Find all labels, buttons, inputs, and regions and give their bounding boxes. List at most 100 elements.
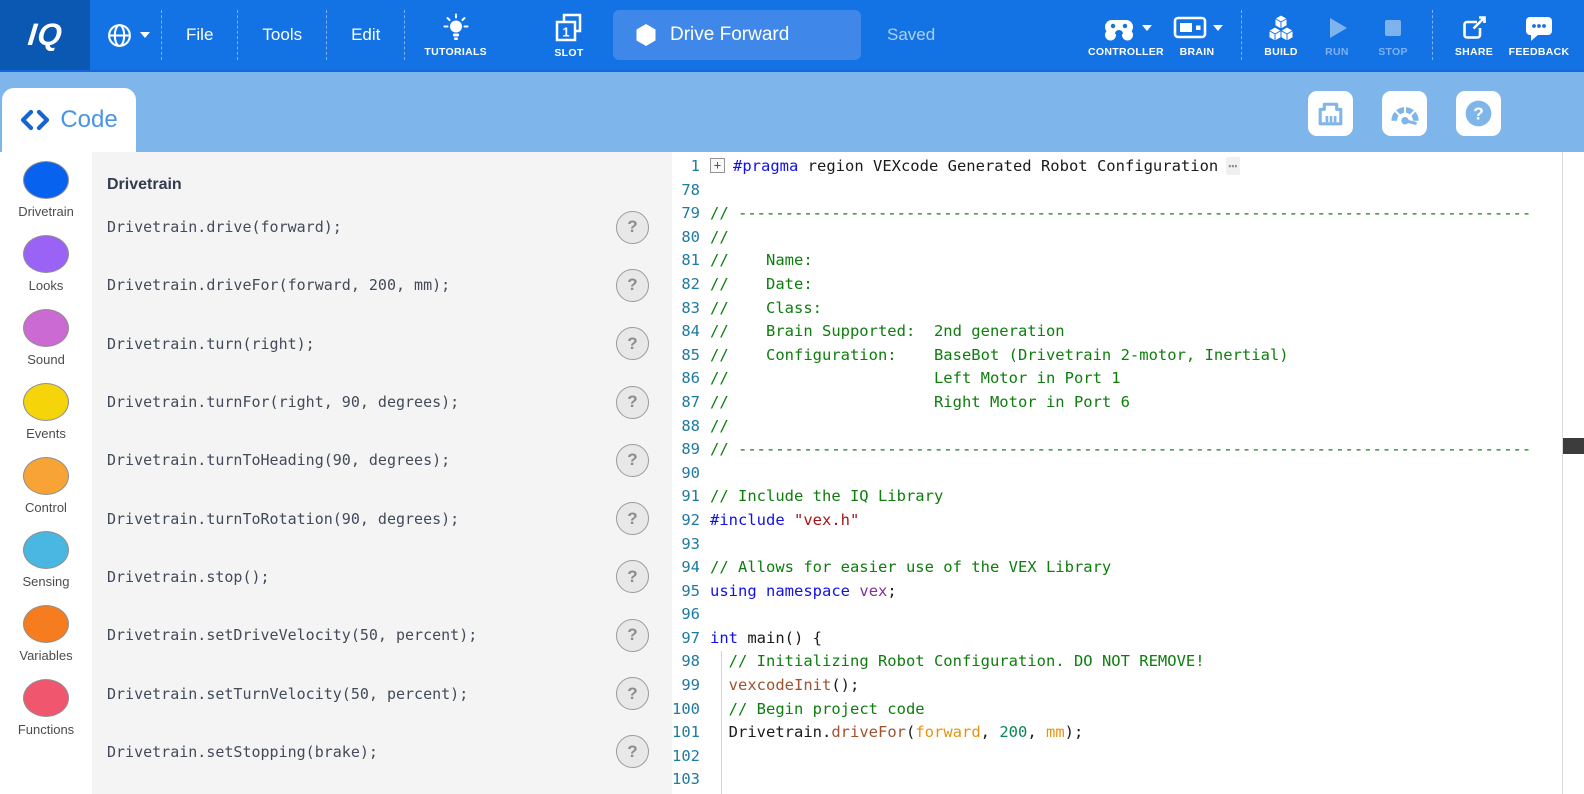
code-line: 95 using namespace vex; [672, 580, 1584, 604]
command-text[interactable]: Drivetrain.turn(right); [107, 335, 315, 353]
command-text[interactable]: Drivetrain.setTurnVelocity(50, percent); [107, 685, 468, 703]
build-button[interactable]: BUILD [1253, 12, 1309, 58]
sidebar-category-sensing[interactable]: Sensing [0, 531, 92, 605]
command-help-button[interactable]: ? [616, 735, 649, 768]
code-line: 97 int main() { [672, 627, 1584, 651]
command-help-button[interactable]: ? [616, 619, 649, 652]
sidebar-category-functions[interactable]: Functions [0, 679, 92, 753]
command-text[interactable]: Drivetrain.stop(); [107, 568, 270, 586]
code-editor[interactable]: 1 +#pragma region VEXcode Generated Robo… [672, 152, 1584, 794]
line-number: 100 [672, 698, 710, 722]
category-color-dot[interactable] [23, 309, 69, 347]
chevron-down-icon [140, 32, 150, 38]
command-text[interactable]: Drivetrain.setStopping(brake); [107, 743, 378, 761]
command-help-button[interactable]: ? [616, 502, 649, 535]
command-text[interactable]: Drivetrain.setDriveVelocity(50, percent)… [107, 626, 477, 644]
menu-edit[interactable]: Edit [338, 25, 393, 45]
category-color-dot[interactable] [23, 161, 69, 199]
controller-icon [1101, 15, 1137, 42]
brain-button[interactable]: BRAIN [1164, 12, 1230, 58]
code-line: 84 // Brain Supported: 2nd generation [672, 320, 1584, 344]
run-play-icon [1324, 15, 1350, 41]
line-content: #include "vex.h" [710, 509, 859, 533]
command-text[interactable]: Drivetrain.turnToHeading(90, degrees); [107, 451, 450, 469]
category-color-dot[interactable] [23, 679, 69, 717]
port-view-button[interactable] [1308, 91, 1353, 136]
menu-tools[interactable]: Tools [249, 25, 315, 45]
sidebar-category-events[interactable]: Events [0, 383, 92, 457]
category-color-dot[interactable] [23, 605, 69, 643]
code-line: 89 // ----------------------------------… [672, 438, 1584, 462]
command-help-button[interactable]: ? [616, 386, 649, 419]
slot-button[interactable]: 1 SLOT [553, 12, 585, 59]
command-help-button[interactable]: ? [616, 269, 649, 302]
command-text[interactable]: Drivetrain.turnFor(right, 90, degrees); [107, 393, 459, 411]
category-color-dot[interactable] [23, 457, 69, 495]
line-content: // Class: [710, 297, 822, 321]
project-name-button[interactable]: Drive Forward [613, 10, 861, 60]
menu-bar: File Tools Edit TUTORIALS [90, 0, 935, 70]
line-content: using namespace vex; [710, 580, 897, 604]
dashboard-button[interactable] [1382, 91, 1427, 136]
code-line: 1 +#pragma region VEXcode Generated Robo… [672, 155, 1584, 179]
command-row: Drivetrain.driveFor(forward, 200, mm); ? [92, 256, 672, 314]
run-button[interactable]: RUN [1309, 12, 1365, 58]
brain-label: BRAIN [1180, 46, 1215, 58]
command-text[interactable]: Drivetrain.turnToRotation(90, degrees); [107, 510, 459, 528]
code-line: 99 vexcodeInit(); [672, 674, 1584, 698]
line-number: 80 [672, 226, 710, 250]
line-number: 82 [672, 273, 710, 297]
language-selector[interactable] [106, 22, 150, 49]
stop-button[interactable]: STOP [1365, 12, 1421, 58]
sidebar-category-sound[interactable]: Sound [0, 309, 92, 383]
globe-icon [106, 22, 133, 49]
command-help-button[interactable]: ? [616, 444, 649, 477]
line-content: // -------------------------------------… [710, 202, 1531, 226]
tutorials-button[interactable]: TUTORIALS [424, 13, 487, 58]
command-row: Drivetrain.setDriveVelocity(50, percent)… [92, 606, 672, 664]
tab-code[interactable]: Code [2, 88, 136, 152]
sidebar-category-variables[interactable]: Variables [0, 605, 92, 679]
code-line: 83 // Class: [672, 297, 1584, 321]
tutorials-label: TUTORIALS [424, 46, 487, 58]
folded-region-ellipsis[interactable]: ⋯ [1226, 157, 1239, 175]
chevron-down-icon [1213, 25, 1223, 31]
project-name: Drive Forward [670, 24, 789, 46]
command-help-button[interactable]: ? [616, 327, 649, 360]
line-number: 97 [672, 627, 710, 651]
sidebar-category-looks[interactable]: Looks [0, 235, 92, 309]
code-line: 101 Drivetrain.driveFor(forward, 200, mm… [672, 721, 1584, 745]
scrollbar-thumb[interactable] [1563, 438, 1584, 454]
command-help-button[interactable]: ? [616, 677, 649, 710]
line-number: 86 [672, 367, 710, 391]
controller-button[interactable]: CONTROLLER [1088, 12, 1164, 58]
command-help-button[interactable]: ? [616, 560, 649, 593]
share-button[interactable]: SHARE [1444, 12, 1504, 58]
build-cubes-icon [1266, 13, 1296, 43]
menu-separator [237, 10, 238, 60]
run-label: RUN [1325, 46, 1349, 58]
stop-square-icon [1380, 15, 1406, 41]
command-row: Drivetrain.turnFor(right, 90, degrees); … [92, 373, 672, 431]
category-color-dot[interactable] [23, 235, 69, 273]
fold-toggle-icon[interactable]: + [710, 158, 725, 173]
category-color-dot[interactable] [23, 383, 69, 421]
feedback-label: FEEDBACK [1509, 46, 1570, 58]
hexagon-icon [635, 23, 657, 47]
line-number: 102 [672, 745, 710, 769]
command-text[interactable]: Drivetrain.driveFor(forward, 200, mm); [107, 276, 450, 294]
sidebar-category-drivetrain[interactable]: Drivetrain [0, 161, 92, 235]
command-help-button[interactable]: ? [616, 211, 649, 244]
sidebar-category-control[interactable]: Control [0, 457, 92, 531]
line-content: +#pragma region VEXcode Generated Robot … [710, 155, 1240, 179]
help-icon: ? [1461, 96, 1496, 131]
code-line: 96 [672, 603, 1584, 627]
category-label: Functions [18, 722, 74, 737]
feedback-button[interactable]: FEEDBACK [1504, 12, 1574, 58]
line-number: 92 [672, 509, 710, 533]
command-text[interactable]: Drivetrain.drive(forward); [107, 218, 342, 236]
help-button[interactable]: ? [1456, 91, 1501, 136]
menu-file[interactable]: File [173, 25, 226, 45]
category-color-dot[interactable] [23, 531, 69, 569]
main-content: Drivetrain Looks Sound Events Control Se… [0, 152, 1584, 794]
